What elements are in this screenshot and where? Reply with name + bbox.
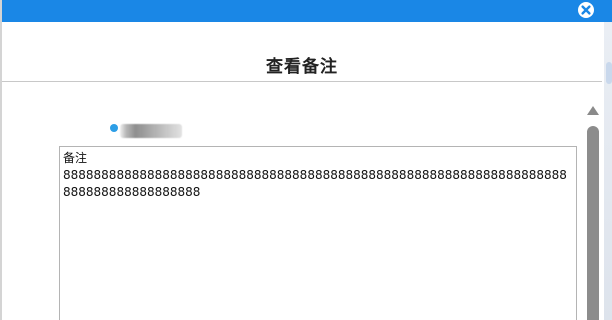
close-icon [578,2,594,18]
note-textarea[interactable]: 备注 8888888888888888888888888888888888888… [59,146,577,320]
scroll-thumb[interactable] [587,126,599,320]
vertical-scrollbar[interactable] [586,106,600,320]
status-dot [110,124,118,132]
title-bar [2,0,612,22]
background-window-edge [604,22,612,320]
obscured-user-name [120,124,182,138]
note-label: 备注 [63,151,88,165]
close-button[interactable] [577,1,595,19]
scroll-up-icon[interactable] [587,106,599,115]
note-content: 8888888888888888888888888888888888888888… [63,168,567,199]
dialog-header: 查看备注 [2,22,602,82]
dialog-window: 查看备注 备注 88888888888888888888888888888888… [0,0,612,320]
page-title: 查看备注 [266,57,338,77]
